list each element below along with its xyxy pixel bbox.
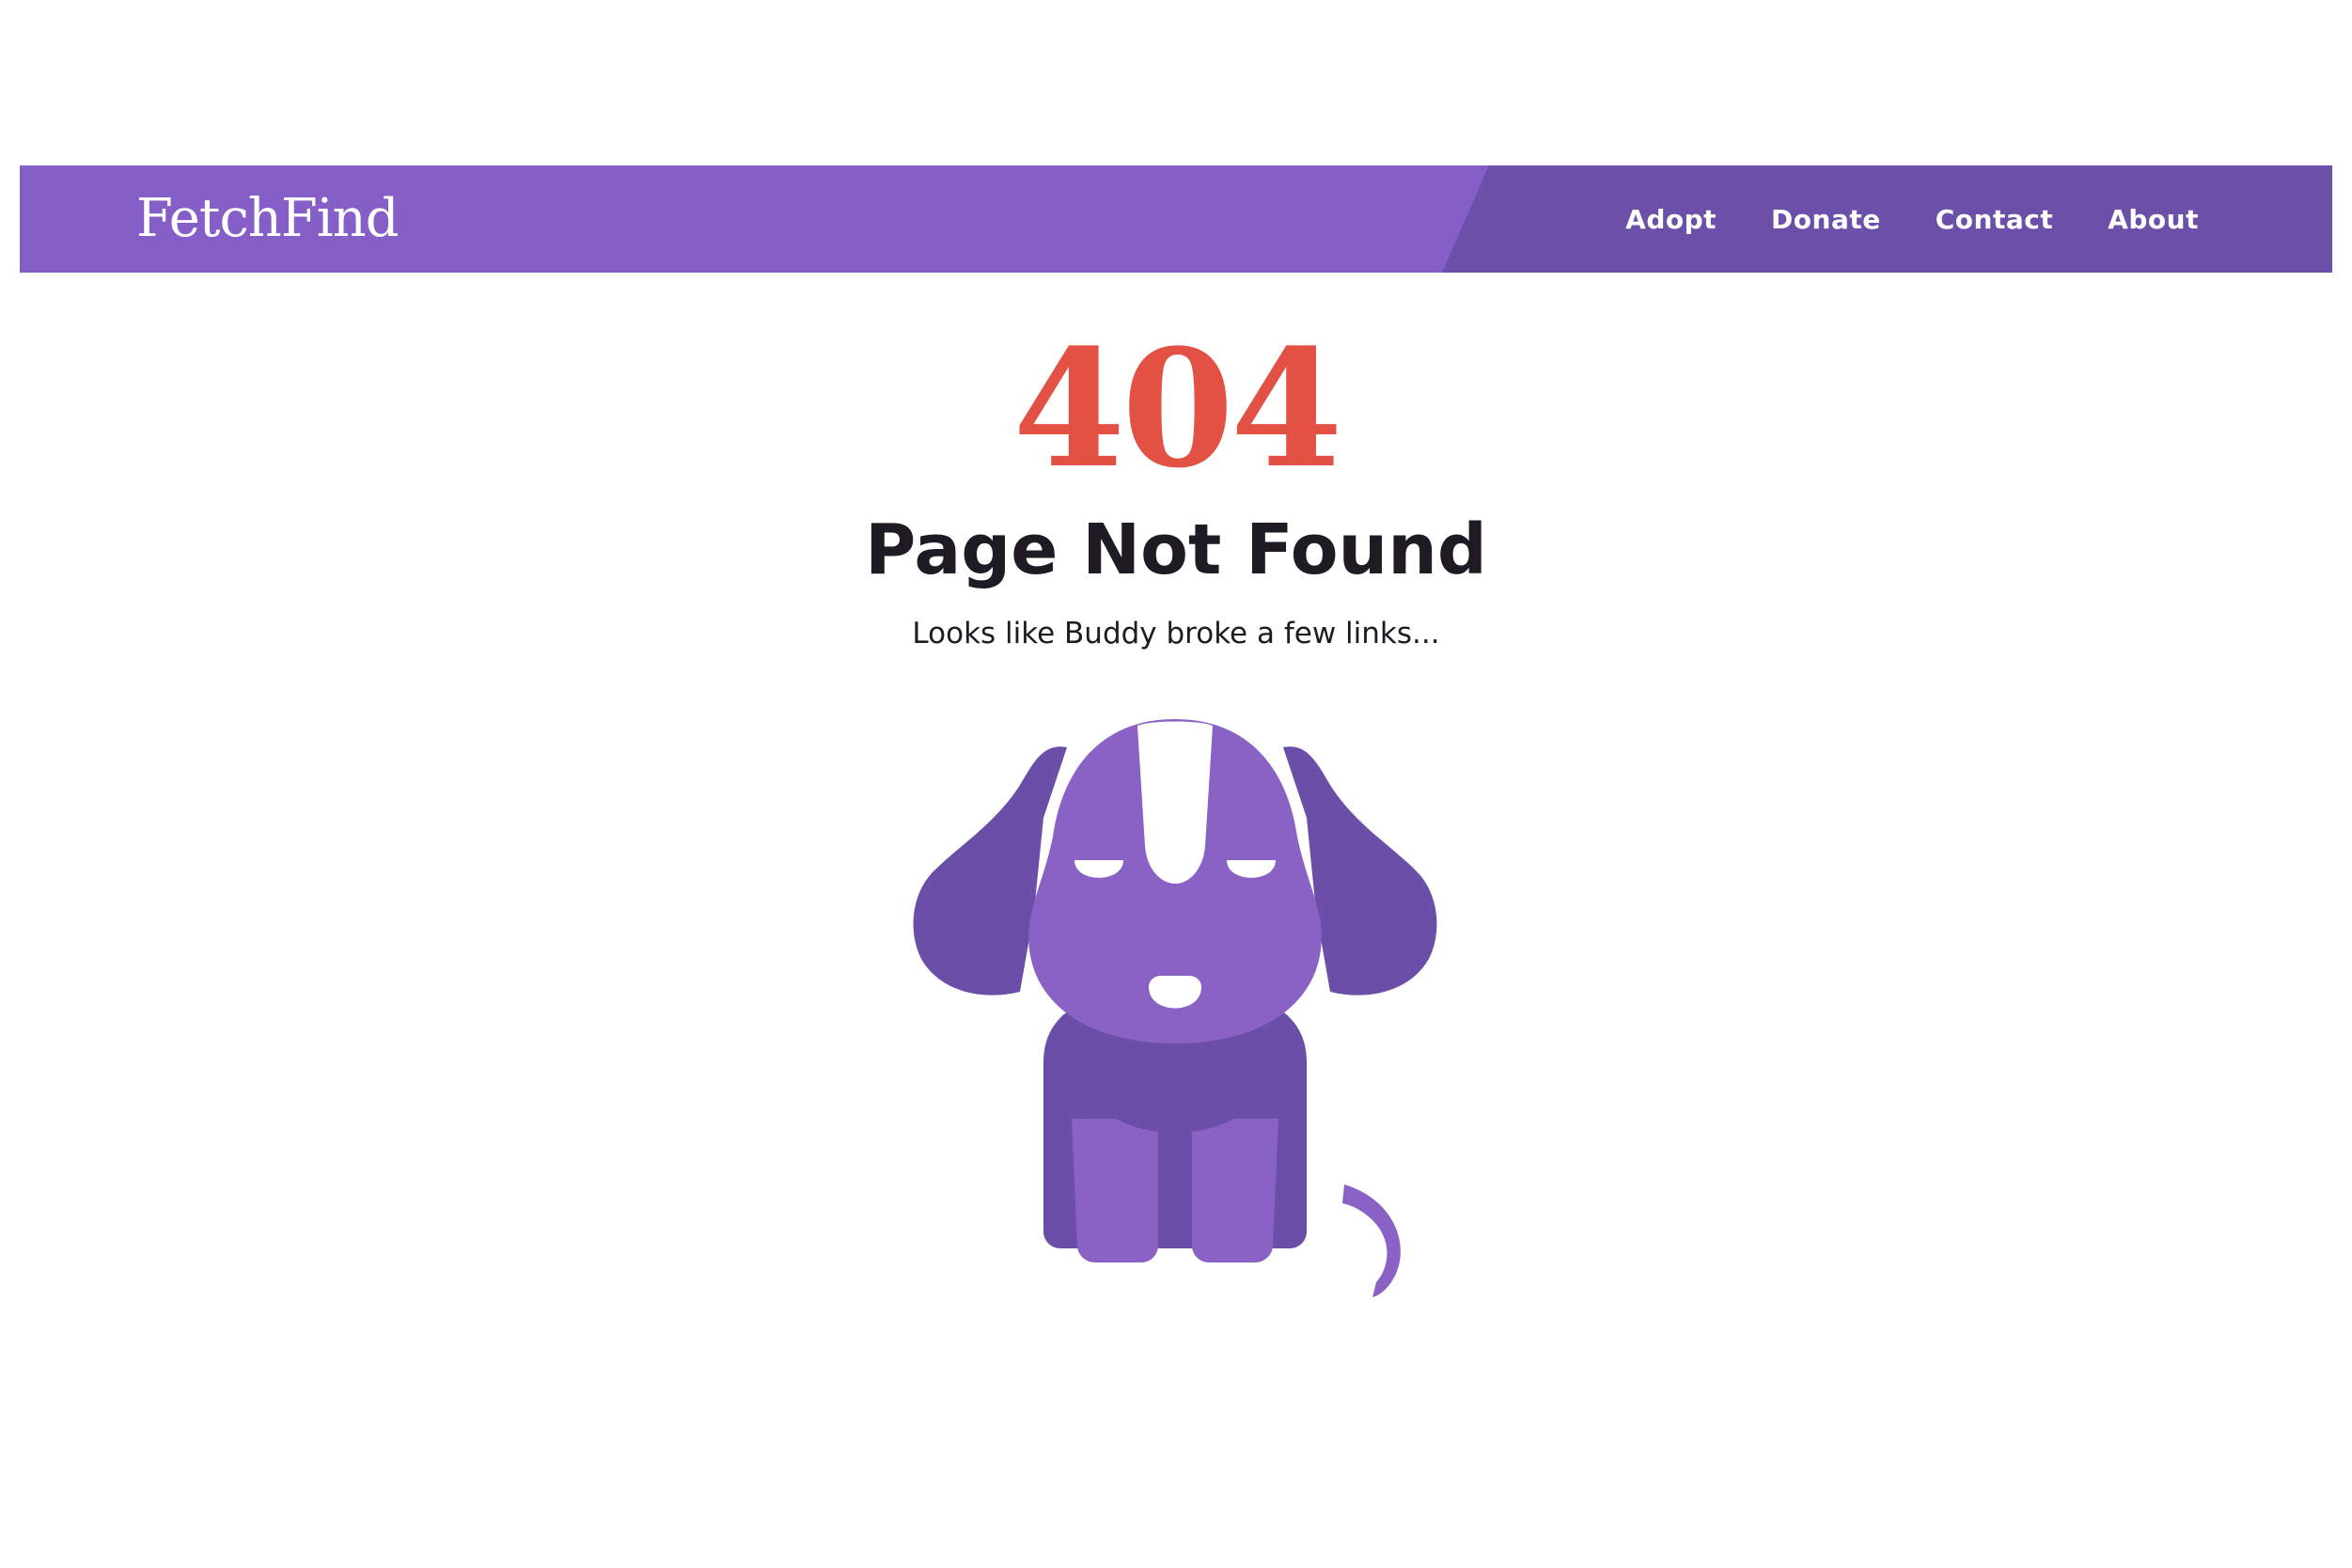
page-subtitle: Looks like Buddy broke a few links... bbox=[912, 617, 1440, 651]
nav-link-adopt[interactable]: Adopt bbox=[1625, 204, 1717, 235]
nav-link-donate[interactable]: Donate bbox=[1771, 204, 1881, 235]
nav-link-about[interactable]: About bbox=[2108, 204, 2199, 235]
sad-dog-illustration bbox=[913, 719, 1437, 1297]
error-code: 404 bbox=[1012, 313, 1342, 504]
page-title: Page Not Found bbox=[865, 510, 1487, 590]
brand-logo[interactable]: FetchFind bbox=[136, 165, 400, 273]
main-nav: Adopt Donate Contact About bbox=[1625, 165, 2199, 273]
top-navbar: FetchFind Adopt Donate Contact About bbox=[20, 165, 2332, 273]
nav-link-contact[interactable]: Contact bbox=[1936, 204, 2053, 235]
